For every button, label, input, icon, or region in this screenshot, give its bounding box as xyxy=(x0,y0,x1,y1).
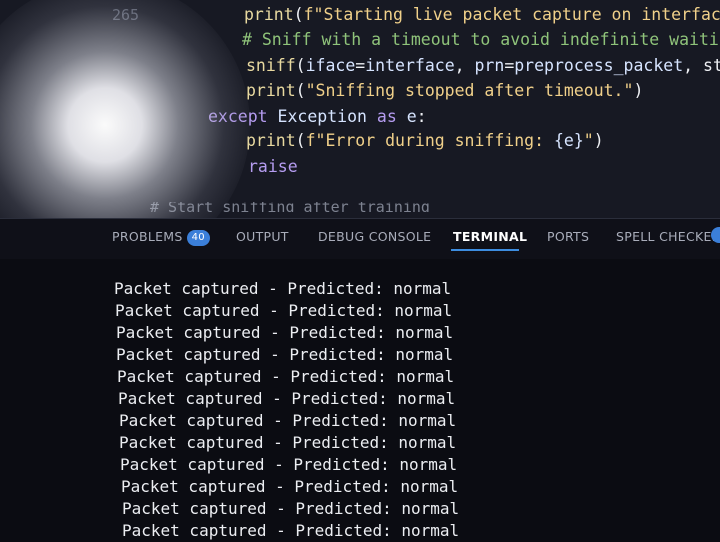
terminal-line: Packet captured - Predicted: normal xyxy=(120,455,458,474)
terminal-line: Packet captured - Predicted: normal xyxy=(116,345,454,364)
code-token: ( xyxy=(295,56,306,75)
code-token: ( xyxy=(295,131,306,150)
code-token: except xyxy=(208,107,278,126)
terminal-line: Packet captured - Predicted: normal xyxy=(121,477,459,496)
code-token: Exception xyxy=(277,107,377,126)
code-token: ( xyxy=(295,81,306,100)
code-token: raise xyxy=(248,157,298,176)
tab-label: PORTS xyxy=(547,229,590,244)
terminal-line: Packet captured - Predicted: normal xyxy=(122,499,460,518)
terminal-line: Packet captured - Predicted: normal xyxy=(122,521,460,540)
terminal-line: Packet captured - Predicted: normal xyxy=(119,411,457,430)
code-token: {e} xyxy=(553,131,584,150)
code-line: # Sniff with a timeout to avoid indefini… xyxy=(242,28,720,52)
code-token: print xyxy=(244,5,294,24)
active-tab-indicator xyxy=(451,249,519,251)
code-line: print(f"Starting live packet capture on … xyxy=(244,3,720,27)
code-token: = xyxy=(355,56,366,75)
code-line: print("Sniffing stopped after timeout.") xyxy=(246,79,643,103)
tab-label: SPELL CHECKER xyxy=(616,229,720,244)
terminal-line: Packet captured - Predicted: normal xyxy=(116,323,454,342)
code-token: preprocess_packet xyxy=(514,56,684,75)
code-line: raise xyxy=(248,155,298,179)
code-line: print(f"Error during sniffing: {e}") xyxy=(246,129,604,153)
code-token: "Sniffing stopped after timeout." xyxy=(305,81,634,100)
terminal-line: Packet captured - Predicted: normal xyxy=(115,301,453,320)
code-token: ) xyxy=(633,81,644,100)
code-token: interface xyxy=(365,56,455,75)
tab-terminal[interactable]: TERMINAL xyxy=(453,229,527,244)
code-editor[interactable]: 265 print(f"Starting live packet capture… xyxy=(0,0,720,218)
code-token: , sto xyxy=(683,56,720,75)
code-token: e xyxy=(406,107,417,126)
code-token: as xyxy=(376,107,407,126)
code-token: = xyxy=(504,56,515,75)
tab-ports[interactable]: PORTS xyxy=(547,229,589,244)
tab-problems[interactable]: PROBLEMS 40 xyxy=(112,229,210,246)
code-area[interactable]: print(f"Starting live packet capture on … xyxy=(0,0,720,218)
tab-label: TERMINAL xyxy=(453,229,528,244)
tab-label: OUTPUT xyxy=(236,229,289,244)
code-token: iface xyxy=(305,56,356,75)
terminal-line: Packet captured - Predicted: normal xyxy=(119,433,457,452)
code-line-partial: # Start sniffing after training xyxy=(150,202,430,212)
code-token: prn xyxy=(474,56,505,75)
tab-spell-checker[interactable]: SPELL CHECKER xyxy=(616,229,720,244)
panel-tab-bar: PROBLEMS 40 OUTPUT DEBUG CONSOLE TERMINAL POR… xyxy=(0,218,720,259)
code-token: sniff xyxy=(246,56,296,75)
code-token: f"Error during sniffing: xyxy=(305,131,554,150)
tab-debug-console[interactable]: DEBUG CONSOLE xyxy=(318,229,431,244)
spell-checker-badge xyxy=(711,227,720,243)
code-line: except Exception as e: xyxy=(208,105,427,129)
terminal-line: Packet captured - Predicted: normal xyxy=(118,389,456,408)
terminal-line: Packet captured - Predicted: normal xyxy=(114,279,452,298)
code-token: ( xyxy=(293,5,304,24)
code-token: : xyxy=(416,107,427,126)
code-token: " xyxy=(583,131,594,150)
tab-label: PROBLEMS xyxy=(112,229,183,244)
tab-output[interactable]: OUTPUT xyxy=(236,229,289,244)
code-line: sniff(iface=interface, prn=preprocess_pa… xyxy=(246,54,720,78)
tab-label: DEBUG CONSOLE xyxy=(318,229,432,244)
code-token: ) xyxy=(593,131,604,150)
code-token: f"Starting live packet capture on interf… xyxy=(303,5,720,24)
code-token: # Sniff with a timeout to avoid indefini… xyxy=(242,30,720,49)
code-token: print xyxy=(246,131,296,150)
terminal-output[interactable]: Packet captured - Predicted: normal Packe… xyxy=(0,259,720,542)
code-token: , xyxy=(454,56,475,75)
code-token: print xyxy=(246,81,296,100)
problems-count-badge: 40 xyxy=(186,229,210,246)
terminal-line: Packet captured - Predicted: normal xyxy=(117,367,455,386)
